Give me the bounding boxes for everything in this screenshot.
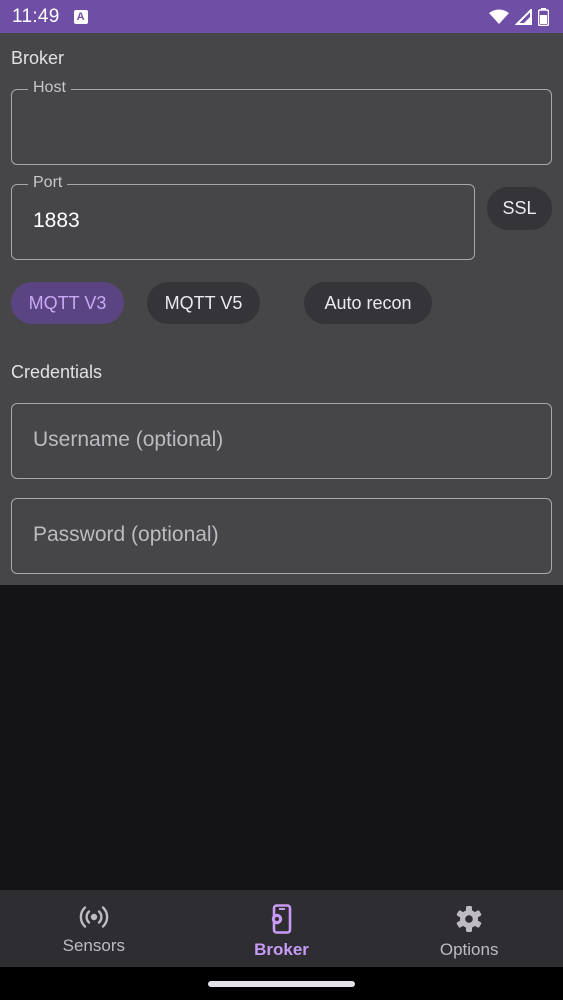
nav-item-broker[interactable]: Broker bbox=[188, 890, 376, 967]
nav-label-broker: Broker bbox=[254, 940, 309, 959]
ssl-chip[interactable]: SSL bbox=[487, 187, 552, 230]
mqtt-v5-chip[interactable]: MQTT V5 bbox=[147, 282, 260, 324]
gear-icon bbox=[456, 906, 482, 932]
broker-section-title: Broker bbox=[11, 48, 65, 68]
gesture-navigation-area bbox=[0, 967, 563, 1000]
nav-item-sensors[interactable]: Sensors bbox=[0, 890, 188, 967]
nav-label-sensors: Sensors bbox=[62, 936, 126, 955]
password-placeholder: Password (optional) bbox=[33, 523, 219, 546]
credentials-section-title: Credentials bbox=[11, 362, 103, 382]
port-value[interactable]: 1883 bbox=[33, 209, 333, 233]
auto-recon-chip[interactable]: Auto recon bbox=[304, 282, 432, 324]
nav-label-options: Options bbox=[439, 940, 499, 959]
host-field[interactable]: Host bbox=[11, 79, 552, 165]
password-field[interactable]: Password (optional) bbox=[11, 498, 552, 574]
port-field[interactable]: Port 1883 bbox=[11, 174, 475, 260]
status-bar: 11:49 A bbox=[0, 0, 563, 33]
broker-panel: Broker Host Port 1883 SSL MQTT V3 MQTT V… bbox=[0, 33, 563, 585]
mqtt-v3-chip[interactable]: MQTT V3 bbox=[11, 282, 124, 324]
content-background bbox=[0, 585, 563, 890]
bottom-navigation: Sensors Broker Options bbox=[0, 890, 563, 967]
sensors-icon bbox=[79, 906, 109, 928]
port-label: Port bbox=[28, 174, 68, 192]
nav-item-options[interactable]: Options bbox=[375, 890, 563, 967]
status-time: 11:49 bbox=[12, 5, 60, 27]
username-field[interactable]: Username (optional) bbox=[11, 403, 552, 479]
status-icons bbox=[489, 7, 549, 26]
host-label: Host bbox=[28, 79, 71, 97]
signal-icon bbox=[515, 8, 532, 25]
notification-icon: A bbox=[73, 9, 88, 24]
username-placeholder: Username (optional) bbox=[33, 428, 224, 451]
wifi-icon bbox=[489, 9, 509, 24]
gesture-handle[interactable] bbox=[208, 981, 355, 987]
phone-settings-icon bbox=[271, 904, 291, 934]
battery-icon bbox=[538, 7, 549, 26]
